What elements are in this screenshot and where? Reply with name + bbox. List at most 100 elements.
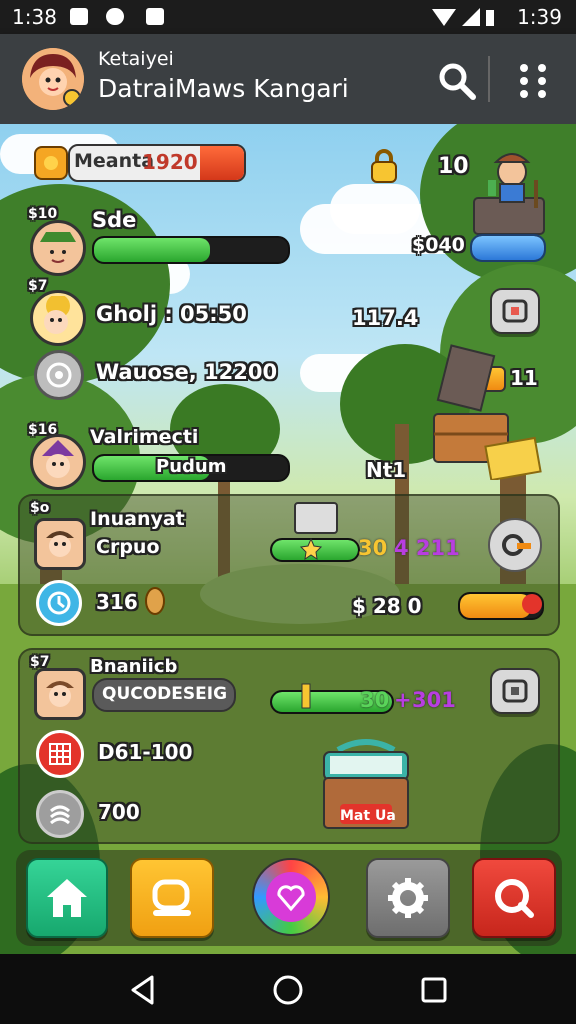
cloud [330, 184, 420, 234]
resource-bar-fill [200, 146, 244, 180]
settings-dial-button[interactable] [34, 350, 84, 400]
status-bar: 1:38 1:39 [0, 0, 576, 34]
gear-icon [388, 878, 428, 918]
recents-icon[interactable] [420, 976, 448, 1004]
star-icon [300, 538, 322, 560]
screen-monitor-icon [294, 502, 338, 534]
row1-progress-bar [92, 236, 290, 264]
coin-counter: $040 [412, 234, 465, 256]
heart-icon [277, 885, 305, 912]
key-icon [301, 683, 311, 709]
panel2-spin-value: 700 [98, 800, 140, 824]
status-time-left: 1:38 [12, 5, 57, 29]
status-time-right: 1:39 [517, 5, 562, 29]
header-title: DatraiMaws Kangari [98, 74, 349, 103]
resource-value: 1920 [142, 150, 198, 174]
row1-name: Sde [92, 208, 137, 232]
app-notification-icon [106, 8, 124, 25]
row3-text: Wauose, 12200 [96, 360, 278, 384]
app-header: Ketaiyei DatraiMaws Kangari [0, 34, 576, 127]
chest-label: Mat Ua [340, 808, 396, 824]
header-divider [488, 56, 490, 102]
meanta-resource-bar: Meanta 1920 [68, 144, 246, 182]
panel1-tag: Crpuo [96, 536, 160, 558]
spin-wave-icon [50, 805, 70, 825]
lock-count: 10 [438, 154, 469, 179]
inventory-button[interactable] [490, 288, 540, 334]
panel1-action-button[interactable] [488, 518, 542, 572]
panel2-inventory-button[interactable] [490, 668, 540, 714]
clock-icon [47, 591, 71, 615]
row4-bar-label: Pudum [156, 456, 227, 477]
dial-icon [46, 362, 72, 388]
coin-bar-fill [472, 236, 544, 260]
panel1-cost-fill [460, 594, 531, 618]
panel2-name: Bnaniicb [90, 656, 178, 677]
profile-avatar[interactable] [22, 48, 84, 110]
timer-button[interactable] [36, 580, 82, 626]
panel2-code-field[interactable]: QUCODESEIG [92, 678, 236, 712]
check-notification-icon [146, 8, 164, 25]
panel2-progress-left: 30 [360, 688, 390, 712]
panel1-progress-right: 4 211 [394, 536, 460, 560]
panel2-progress-plus: + [394, 688, 412, 712]
net-value: Nt1 [366, 458, 407, 482]
grid-icon [49, 743, 71, 765]
lock-icon [371, 149, 397, 183]
explorer-face-icon [40, 232, 76, 263]
row1-progress-fill [94, 238, 211, 262]
row2-text: Gholj : 05:50 [96, 302, 247, 326]
favorites-button[interactable] [252, 858, 330, 936]
tree-canopy [0, 184, 170, 384]
panel1-progress-left: 30 [358, 536, 388, 560]
villager-face-icon [46, 531, 74, 557]
grid-button[interactable] [36, 730, 84, 778]
coin-bar [470, 234, 546, 262]
home-circle-icon[interactable] [272, 974, 304, 1006]
home-icon [47, 879, 87, 917]
image-notification-icon [70, 8, 88, 25]
panel2-code: QUCODESEIG [102, 684, 228, 704]
row1-avatar[interactable] [30, 220, 86, 276]
panel1-cost: $ 28 0 [352, 594, 422, 618]
chat-icon [152, 879, 191, 916]
search-game-button[interactable] [472, 858, 556, 938]
back-icon[interactable] [128, 974, 158, 1006]
row4-avatar[interactable] [30, 434, 86, 490]
settings-button[interactable] [366, 858, 450, 938]
panel2-grid-value: D61-100 [98, 740, 193, 764]
panel1-badge: $o [30, 500, 50, 516]
search-icon[interactable] [438, 62, 476, 100]
heart-badge [266, 872, 316, 922]
panel2-avatar[interactable] [34, 668, 86, 720]
more-options-icon[interactable] [516, 62, 550, 100]
row2-badge: $7 [28, 278, 48, 294]
row4-progress-bar: Pudum [92, 454, 290, 482]
blonde-character-icon [44, 296, 70, 334]
search-icon [495, 879, 534, 918]
home-button[interactable] [26, 858, 108, 938]
wizard-character-icon [42, 440, 74, 478]
inventory-box-icon [502, 679, 528, 703]
panel1-timer-value: 316 [96, 590, 138, 614]
panel1-avatar[interactable] [34, 518, 86, 570]
row4-name: Valrimecti [90, 426, 199, 448]
chat-button[interactable] [130, 858, 214, 938]
alert-dot [522, 594, 542, 614]
potato-icon [145, 587, 165, 615]
gear-key-icon [502, 534, 531, 556]
spin-button[interactable] [36, 790, 84, 838]
panel2-progress-right: 301 [412, 688, 456, 712]
system-nav-bar [0, 954, 576, 1024]
shopkeeper-character-icon[interactable] [470, 144, 556, 240]
villager-face-icon [46, 681, 74, 707]
inventory-box-icon [502, 299, 528, 323]
mid-value: 117.4 [352, 306, 419, 330]
coin-bag-icon [34, 146, 68, 180]
row2-avatar[interactable] [30, 290, 86, 346]
treasure-crate-icon[interactable] [430, 344, 542, 480]
avatar-portrait-icon [22, 48, 84, 110]
signal-icon [432, 8, 494, 26]
panel1-name: Inuanyat [90, 508, 185, 530]
header-subtitle: Ketaiyei [98, 48, 174, 70]
